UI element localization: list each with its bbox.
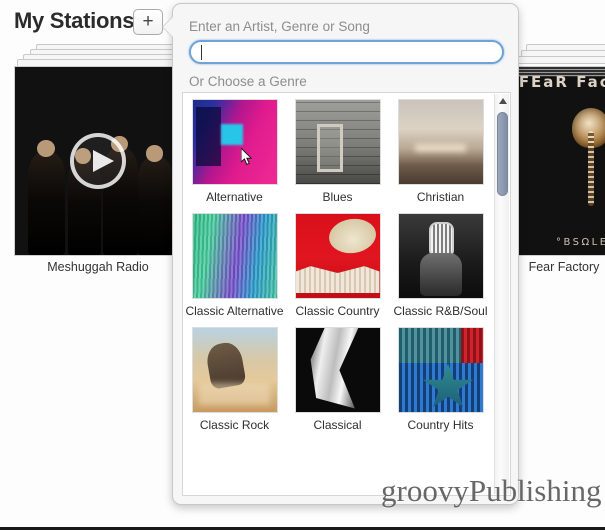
- play-button[interactable]: [70, 133, 126, 189]
- genre-thumbnail: [397, 99, 484, 185]
- thumb-shape: [195, 106, 222, 166]
- genre-label: Alternative: [206, 190, 263, 204]
- genre-label: Classic Rock: [199, 418, 270, 432]
- genre-grid-pane: Alternative Blues Christian Classic Alte…: [182, 92, 511, 496]
- genre-tile-christian[interactable]: Christian: [389, 99, 492, 204]
- genre-thumbnail: [191, 99, 278, 185]
- station-name: Fear Factory: [528, 260, 600, 274]
- thumb-shape: [420, 252, 463, 297]
- station-artwork: FEaR FacTORY °BSΩLETE: [516, 66, 605, 256]
- genre-prompt-label: Or Choose a Genre: [189, 74, 307, 89]
- genre-thumbnail: [397, 327, 484, 413]
- deck-sheet: [516, 56, 605, 64]
- station-card-deck-fear-factory: [516, 44, 605, 64]
- thumb-shape: [204, 340, 247, 390]
- page-title: My Stations: [14, 8, 135, 33]
- genre-label: Classic Country: [295, 304, 380, 318]
- thumb-shape: [295, 266, 380, 293]
- popover-notch: [163, 16, 174, 38]
- band-figure-head: [146, 145, 163, 162]
- search-input[interactable]: [189, 40, 504, 64]
- genre-label: Classic Alternative: [185, 304, 284, 318]
- album-title: FEaR FacTORY: [518, 73, 605, 91]
- scroll-up-arrow-icon[interactable]: [499, 98, 507, 104]
- thumb-shape: [317, 123, 343, 173]
- app-window: My Stations + Meshuggah Radio FEaR Fa °B…: [0, 0, 605, 530]
- genre-tile-blues[interactable]: Blues: [286, 99, 389, 204]
- genre-tile-classic-country[interactable]: Classic Country: [286, 213, 389, 318]
- genre-thumbnail: [397, 213, 484, 299]
- genre-label: Country Hits: [407, 418, 474, 432]
- thumb-shape: [415, 143, 466, 153]
- thumb-shape: [460, 328, 483, 364]
- genre-label: Classic R&B/Soul: [393, 304, 488, 318]
- artist-prompt-label: Enter an Artist, Genre or Song: [189, 19, 370, 34]
- band-figure: [137, 157, 173, 255]
- scrollbar-thumb[interactable]: [497, 112, 508, 196]
- genre-tile-classic-alternative[interactable]: Classic Alternative: [183, 213, 286, 318]
- genre-thumbnail: [191, 327, 278, 413]
- band-figure: [28, 152, 65, 255]
- add-station-button[interactable]: +: [133, 9, 163, 35]
- genre-thumbnail: [294, 327, 381, 413]
- genre-thumbnail: [294, 213, 381, 299]
- album-spine-graphic: [588, 130, 594, 207]
- genre-tile-country-hits[interactable]: Country Hits: [389, 327, 492, 432]
- genre-grid-scrollbar[interactable]: [494, 94, 509, 494]
- genre-tile-classic-rb-soul[interactable]: Classic R&B/Soul: [389, 213, 492, 318]
- genre-tile-alternative[interactable]: Alternative: [183, 99, 286, 204]
- genre-label: Classical: [313, 418, 362, 432]
- genre-label: Blues: [322, 190, 353, 204]
- station-fear-factory[interactable]: FEaR FacTORY °BSΩLETE Fear Factory: [516, 66, 605, 276]
- genre-thumbnail: [191, 213, 278, 299]
- album-subtitle: °BSΩLETE: [556, 237, 605, 248]
- station-name: Meshuggah Radio: [47, 260, 149, 274]
- band-figure-head: [36, 139, 55, 158]
- genre-tile-classic-rock[interactable]: Classic Rock: [183, 327, 286, 432]
- genre-label: Christian: [416, 190, 465, 204]
- thumb-shape: [199, 383, 270, 406]
- station-artwork: [14, 66, 182, 256]
- station-meshuggah[interactable]: Meshuggah Radio: [14, 66, 182, 276]
- add-station-popover: Enter an Artist, Genre or Song Or Choose…: [163, 3, 519, 505]
- station-card-deck-meshuggah: [14, 44, 182, 67]
- thumb-shape: [310, 328, 359, 409]
- genre-thumbnail: [294, 99, 381, 185]
- text-caret: [201, 45, 202, 60]
- watermark: groovyPublishing: [381, 473, 602, 508]
- thumb-shape: [327, 215, 379, 256]
- genre-grid: Alternative Blues Christian Classic Alte…: [183, 93, 494, 441]
- thumb-shape: [221, 123, 243, 146]
- genre-tile-classical[interactable]: Classical: [286, 327, 389, 432]
